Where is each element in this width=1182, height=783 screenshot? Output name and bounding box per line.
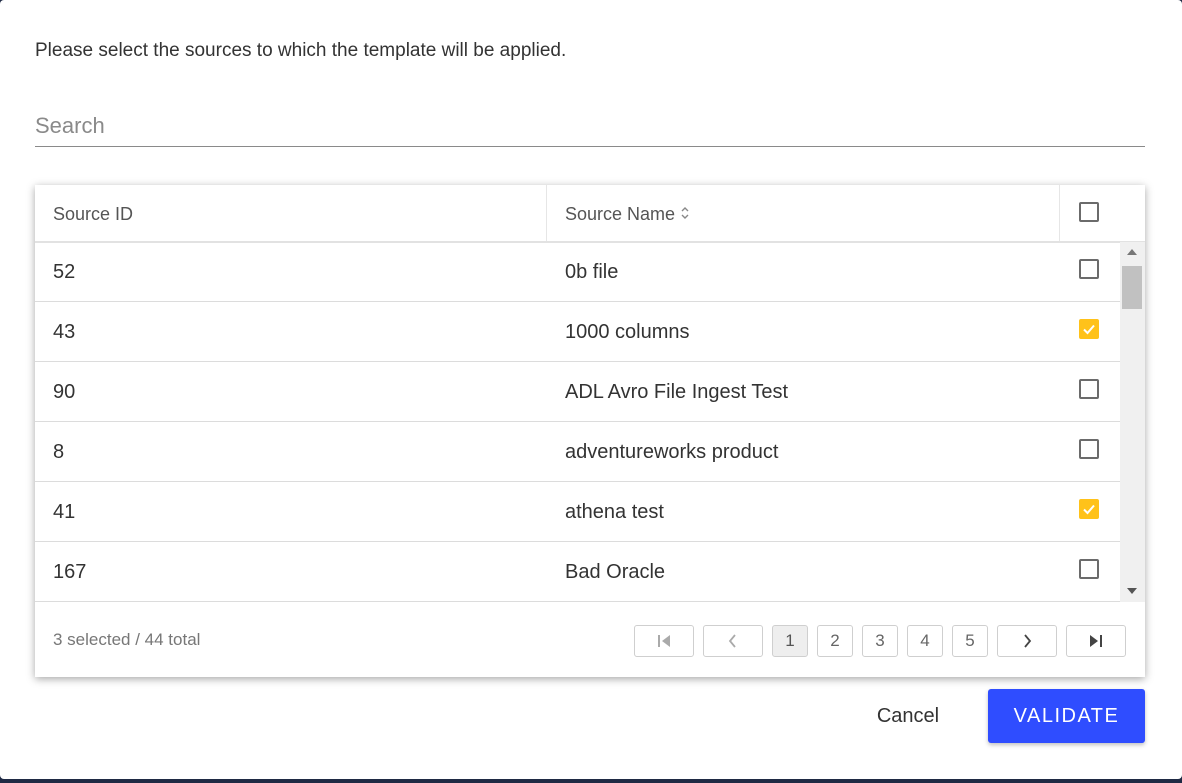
table-row[interactable]: 43 1000 columns [35, 302, 1120, 362]
source-id-cell: 41 [53, 501, 76, 523]
source-id-cell: 52 [53, 261, 76, 283]
chevron-left-icon [728, 634, 736, 648]
scroll-up-arrow-icon[interactable] [1127, 249, 1137, 255]
source-id-cell: 167 [53, 561, 87, 583]
source-name-cell: Bad Oracle [565, 561, 666, 583]
source-selection-dialog: Please select the sources to which the t… [0, 0, 1182, 779]
table-footer: 3 selected / 44 total 12345 [35, 603, 1145, 677]
column-header-label: Source Name [565, 204, 676, 224]
validate-button[interactable]: VALIDATE [988, 689, 1145, 743]
chevron-right-icon [1024, 634, 1032, 648]
scrollbar-thumb[interactable] [1122, 266, 1142, 309]
source-name-cell: athena test [565, 501, 664, 523]
checkmark-icon [1083, 324, 1095, 335]
table-row[interactable]: 41 athena test [35, 482, 1120, 542]
source-id-cell: 90 [53, 381, 76, 403]
sort-updown-icon[interactable] [680, 186, 690, 244]
row-checkbox[interactable] [1079, 319, 1099, 339]
column-header-source-id[interactable]: Source ID [53, 185, 133, 241]
table-header: Source ID Source Name [35, 185, 1145, 243]
checkmark-icon [1083, 504, 1095, 515]
last-page-button[interactable] [1066, 625, 1126, 657]
page-button-1[interactable]: 1 [772, 625, 808, 657]
column-header-source-name[interactable]: Source Name [565, 185, 690, 241]
source-name-cell: ADL Avro File Ingest Test [565, 381, 789, 403]
table-row[interactable]: 167 Bad Oracle [35, 542, 1120, 602]
row-checkbox[interactable] [1079, 499, 1099, 519]
source-name-cell: adventureworks product [565, 441, 779, 463]
column-divider [546, 185, 547, 241]
table-body: 52 0b file 43 1000 columns 90 ADL Avro File I… [35, 242, 1120, 602]
table-row[interactable]: 52 0b file [35, 242, 1120, 302]
row-checkbox[interactable] [1079, 259, 1099, 279]
source-name-cell: 1000 columns [565, 321, 690, 343]
source-name-cell: 0b file [565, 261, 619, 283]
cancel-button[interactable]: Cancel [860, 690, 956, 742]
page-button-3[interactable]: 3 [862, 625, 898, 657]
previous-page-button[interactable] [703, 625, 763, 657]
page-button-5[interactable]: 5 [952, 625, 988, 657]
column-divider [1059, 185, 1060, 241]
last-page-icon [1090, 635, 1102, 647]
source-id-cell: 8 [53, 441, 65, 463]
selection-summary: 3 selected / 44 total [53, 630, 201, 649]
select-all-checkbox[interactable] [1079, 202, 1099, 222]
dialog-instruction: Please select the sources to which the t… [35, 40, 567, 61]
search-input[interactable] [35, 106, 1145, 147]
column-header-label: Source ID [53, 204, 134, 224]
first-page-icon [658, 635, 670, 647]
page-button-2[interactable]: 2 [817, 625, 853, 657]
sources-table: Source ID Source Name 52 0b file 43 1000 co… [35, 185, 1145, 677]
scroll-down-arrow-icon[interactable] [1127, 588, 1137, 594]
page-button-4[interactable]: 4 [907, 625, 943, 657]
row-checkbox[interactable] [1079, 559, 1099, 579]
first-page-button[interactable] [634, 625, 694, 657]
next-page-button[interactable] [997, 625, 1057, 657]
table-scrollbar[interactable] [1120, 242, 1145, 602]
source-id-cell: 43 [53, 321, 76, 343]
table-row[interactable]: 8 adventureworks product [35, 422, 1120, 482]
row-checkbox[interactable] [1079, 379, 1099, 399]
row-checkbox[interactable] [1079, 439, 1099, 459]
table-row[interactable]: 90 ADL Avro File Ingest Test [35, 362, 1120, 422]
